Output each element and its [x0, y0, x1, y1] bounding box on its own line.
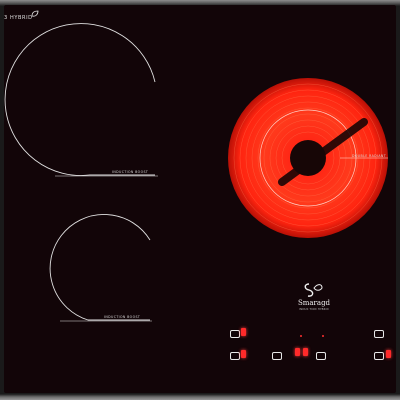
logo-name: Smaragd	[297, 299, 331, 307]
cooking-zones	[4, 23, 388, 322]
brand-logo: Smaragd INDUK TION HYBRID	[292, 280, 336, 324]
zone-label-rear-left: INDUCTION BOOST	[112, 170, 149, 174]
zone-front-left[interactable]	[49, 214, 152, 322]
zone-label-front-left: INDUCTION BOOST	[104, 315, 141, 319]
zone-indicator-icon[interactable]	[230, 330, 240, 338]
zone3-display	[386, 350, 391, 358]
power-digit-2	[303, 348, 308, 356]
zone-indicator-icon[interactable]	[374, 352, 384, 360]
zone1-display	[241, 328, 246, 336]
zone-label-right: DOUBLE RADIANT	[352, 154, 387, 158]
indicator-dot	[300, 335, 302, 337]
zone-right-radiant[interactable]	[228, 78, 388, 238]
plus-button-icon[interactable]	[316, 352, 326, 360]
indicator-dot	[322, 335, 324, 337]
zone-indicator-icon[interactable]	[230, 352, 240, 360]
swirl-logo-icon	[304, 283, 323, 297]
power-digit-1	[295, 348, 300, 356]
minus-button-icon[interactable]	[272, 352, 282, 360]
zone-rear-left[interactable]	[4, 23, 158, 177]
timer-icon[interactable]	[374, 330, 384, 338]
logo-subtitle: INDUK TION HYBRID	[299, 308, 329, 311]
cooktop-frame: 3 HYBRID INDUCTION BOOST INDUCTION BOOST…	[0, 0, 400, 400]
zone2-display	[241, 350, 246, 358]
